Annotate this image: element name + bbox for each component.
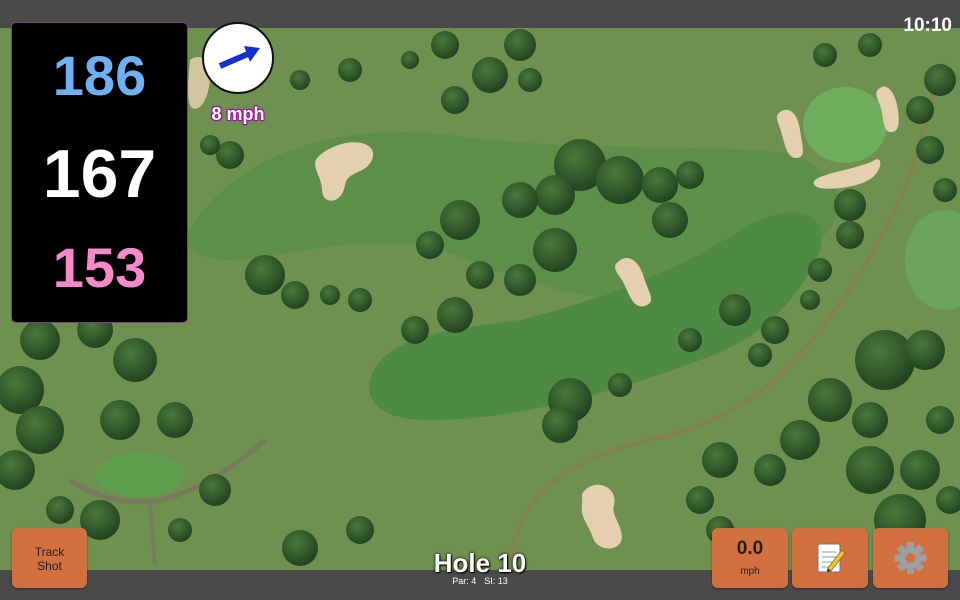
gear-icon (894, 542, 927, 574)
hole-info: Par: 4 SI: 13 (380, 576, 580, 586)
front-distance: 153 (52, 236, 147, 299)
settings-button[interactable] (873, 528, 948, 588)
hole-title: Hole 10 (433, 548, 527, 578)
back-distance: 186 (52, 44, 147, 107)
notes-button[interactable] (792, 528, 868, 588)
par-label: Par: 4 (452, 576, 477, 586)
speed-button[interactable]: 0.0 mph (712, 528, 788, 588)
notepad-icon (817, 543, 846, 573)
track-shot-button[interactable]: Track Shot (12, 528, 87, 588)
wind-indicator[interactable] (202, 22, 274, 94)
speed-value: 0.0 (736, 538, 764, 559)
green (803, 87, 887, 163)
wind-speed-label: 8 mph (211, 104, 265, 124)
speed-unit: mph (740, 566, 760, 577)
stroke-index-label: SI: 13 (484, 576, 508, 586)
distance-panel: 186 167 153 (11, 22, 188, 323)
clock: 10:10 (903, 15, 952, 36)
arrow-icon (218, 46, 260, 69)
practice-green (95, 453, 185, 497)
middle-distance: 167 (42, 136, 157, 212)
